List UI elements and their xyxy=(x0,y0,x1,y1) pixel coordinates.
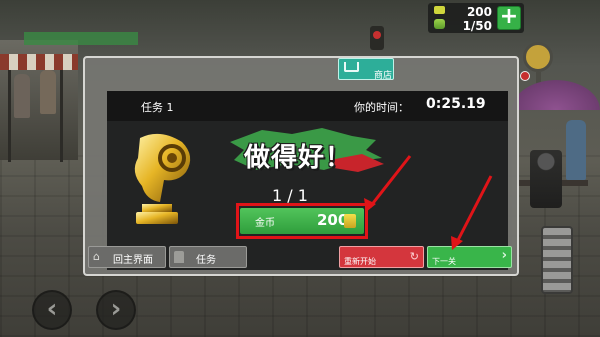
background-banner xyxy=(24,32,138,45)
accelerator-pedal[interactable] xyxy=(541,226,573,294)
restart-label: 重新开始 xyxy=(344,257,376,266)
gear-shift-control[interactable] xyxy=(530,150,562,208)
market-umbrella xyxy=(512,80,600,110)
traffic-light xyxy=(370,26,384,50)
chevron-right-icon: › xyxy=(501,248,507,263)
pedestrian xyxy=(14,74,30,118)
main-menu-button[interactable]: ⌂ 回主界面 xyxy=(88,246,166,268)
stall-pole xyxy=(60,70,63,162)
mission-button[interactable]: 任务 xyxy=(169,246,247,268)
time-label: 你的时间： xyxy=(354,101,409,114)
shop-button[interactable]: 商店 xyxy=(338,58,394,81)
stall-pole xyxy=(8,70,11,162)
pedestrian xyxy=(40,70,56,114)
street-clock xyxy=(523,42,553,72)
next-level-button[interactable]: › 下一关 xyxy=(427,246,512,268)
mission-label: 任务 xyxy=(196,255,216,266)
trophy-icon xyxy=(134,133,191,224)
plus-icon[interactable]: + xyxy=(497,6,521,30)
stack-icon xyxy=(434,19,445,29)
level-progress: 1/50 xyxy=(462,19,492,33)
restart-icon: ↻ xyxy=(409,250,419,263)
main-menu-label: 回主界面 xyxy=(113,255,153,266)
currency-hud: 200 1/50 + xyxy=(428,3,524,33)
success-headline: 做得好！ xyxy=(244,143,353,173)
time-value: 0:25.19 xyxy=(426,96,486,112)
restart-button[interactable]: ↻ 重新开始 xyxy=(339,246,424,268)
coin-balance: 200 xyxy=(466,5,492,19)
mission-icon xyxy=(174,251,184,263)
cart-icon xyxy=(344,62,359,72)
annotation-highlight-box xyxy=(236,203,368,239)
steer-left-button[interactable]: ‹ xyxy=(32,290,72,330)
stall-awning xyxy=(0,54,78,70)
steer-right-button[interactable]: › xyxy=(96,290,136,330)
pedestrian xyxy=(566,120,586,180)
shop-label: 商店 xyxy=(374,71,393,81)
home-icon: ⌂ xyxy=(93,250,100,263)
mission-title: 任务 1 xyxy=(141,101,174,114)
cash-icon xyxy=(434,6,445,14)
next-level-label: 下一关 xyxy=(432,257,456,266)
